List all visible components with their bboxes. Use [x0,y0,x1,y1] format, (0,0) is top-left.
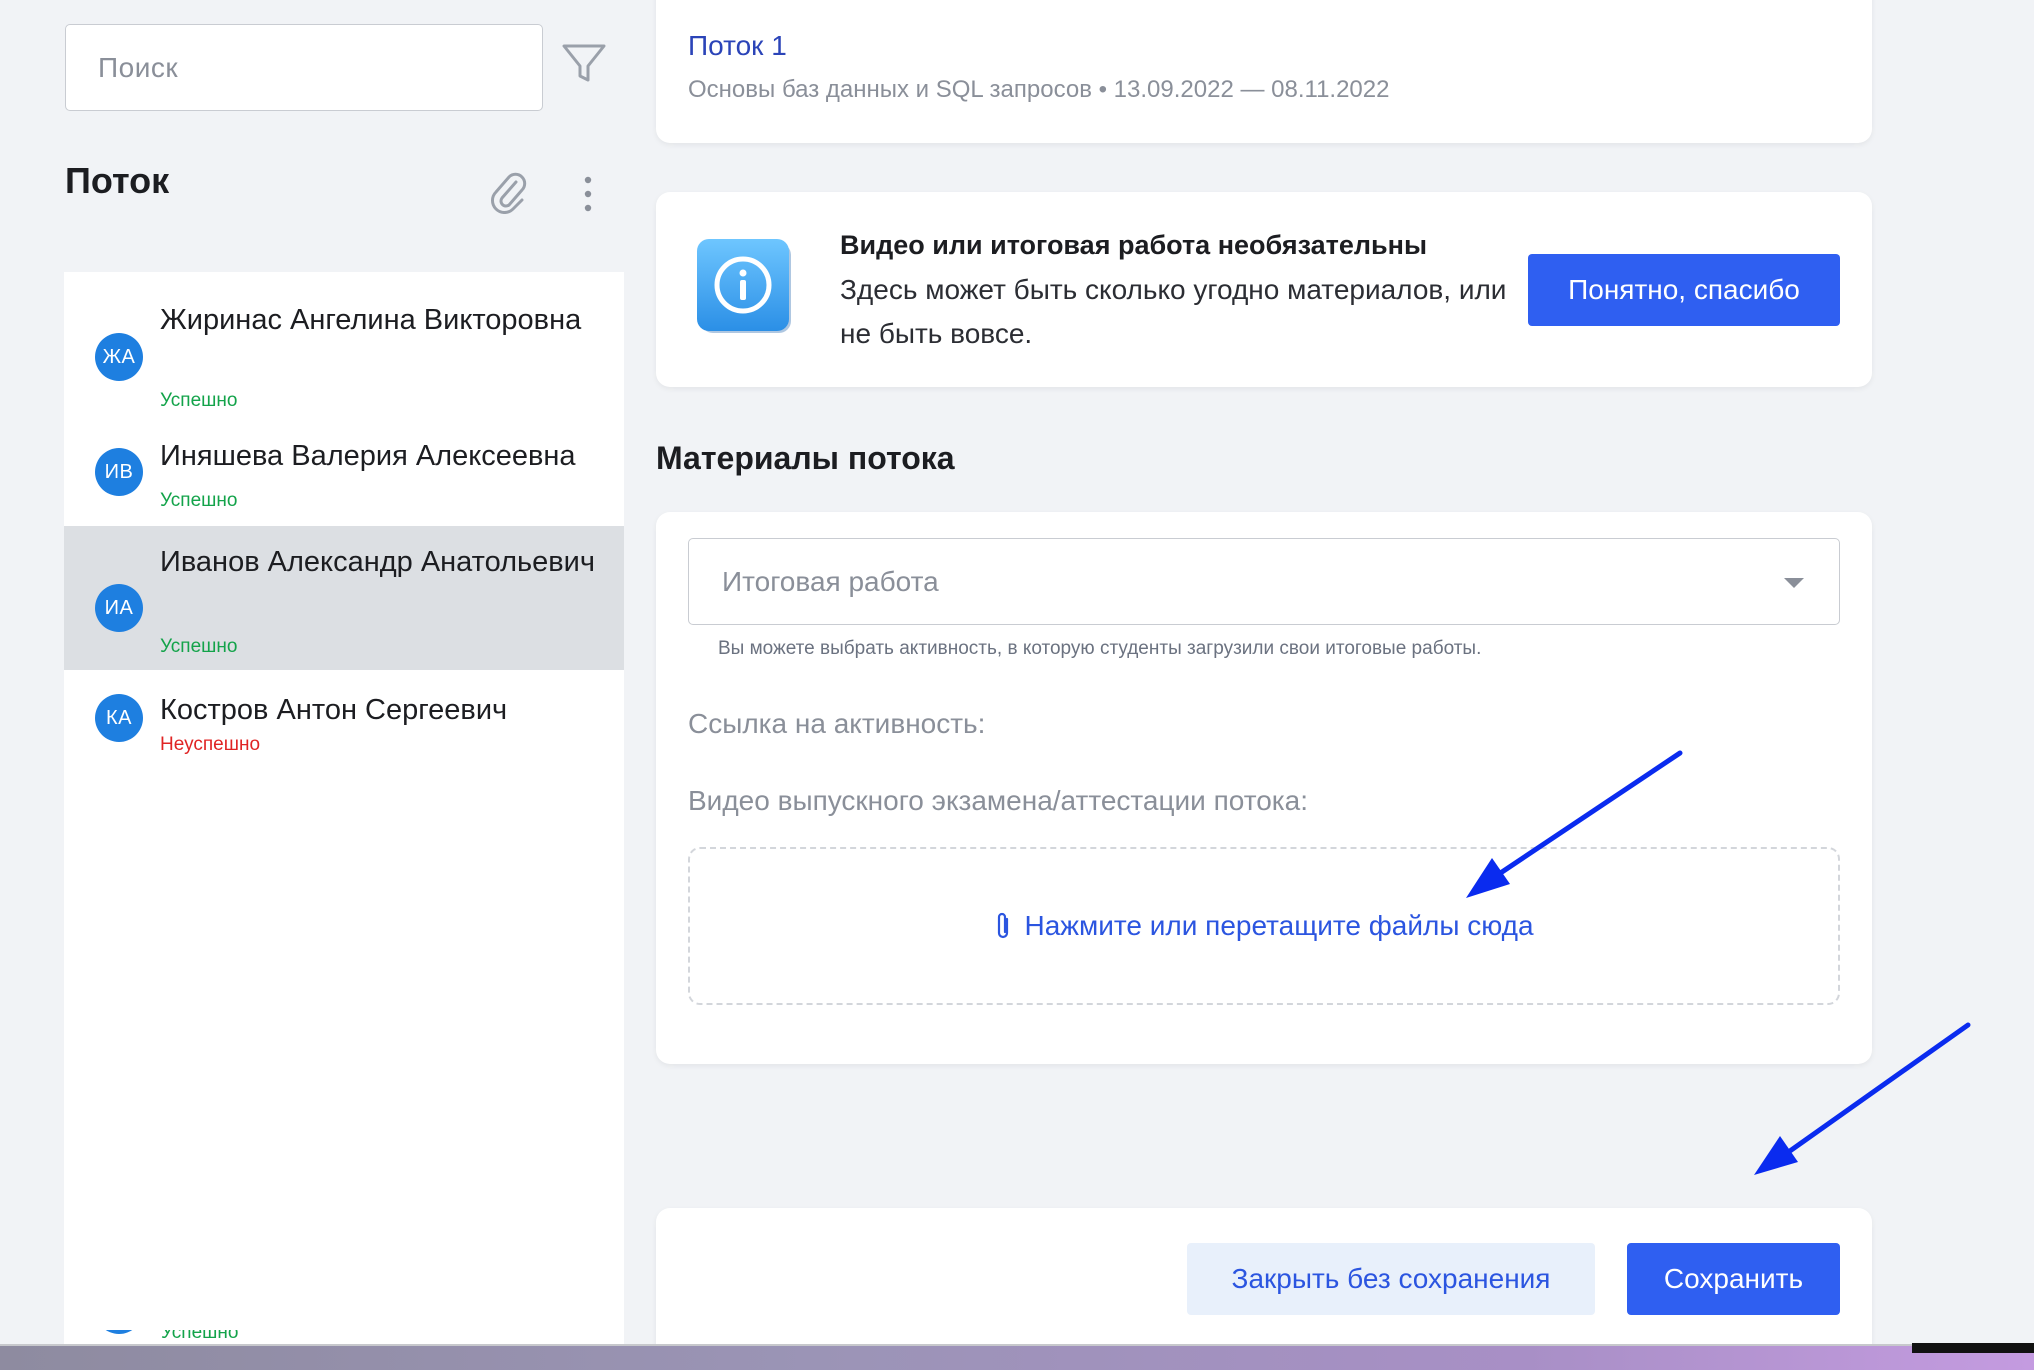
avatar: ИА [95,584,143,632]
select-hint: Вы можете выбрать активность, в которую … [718,638,1482,659]
acknowledge-button[interactable]: Понятно, спасибо [1528,254,1840,326]
student-list: ЖА Жиринас Ангелина Викторовна Успешно И… [64,272,624,1344]
notice-body: Здесь может быть сколько угодно материал… [840,274,1507,349]
student-status: Успешно [160,390,238,411]
close-without-saving-button[interactable]: Закрыть без сохранения [1187,1243,1595,1315]
student-name: Иняшева Валерия Алексеевна [160,440,576,472]
file-dropzone[interactable]: Нажмите или перетащите файлы сюда [688,847,1840,1005]
search-input[interactable]: Поиск [65,24,543,111]
desktop-strip [0,1346,2034,1370]
avatar: ЖА [95,333,143,381]
student-name: Иванов Александр Анатольевич [160,546,595,578]
student-status: Неуспешно [160,734,261,755]
window-edge [1912,1343,2034,1353]
video-label: Видео выпускного экзамена/аттестации пот… [688,785,1309,816]
redaction-block [72,1285,560,1330]
save-button[interactable]: Сохранить [1627,1243,1840,1315]
final-work-select[interactable]: Итоговая работа [688,538,1840,625]
avatar: КА [95,694,143,742]
more-vertical-icon[interactable] [575,172,601,216]
student-item[interactable]: ИВ Иняшева Валерия Алексеевна Успешно [64,418,624,518]
avatar: ИВ [95,448,143,496]
paperclip-icon [998,912,1009,939]
sidebar-title: Поток [65,160,170,201]
student-status: Успешно [160,490,238,511]
arrow-head [1754,1136,1798,1175]
student-status: Успешно [160,636,238,657]
flow-title-link[interactable]: Поток 1 [688,30,787,62]
student-name: Костров Антон Сергеевич [160,694,508,726]
student-item-selected[interactable]: ИА Иванов Александр Анатольевич Успешно [64,526,624,670]
paperclip-icon[interactable] [488,170,528,214]
materials-title: Материалы потока [656,440,955,476]
filter-icon[interactable] [560,40,608,88]
student-item[interactable]: КА Костров Антон Сергеевич Неуспешно [64,670,624,770]
flow-subtitle: Основы баз данных и SQL запросов • 13.09… [688,76,1390,103]
student-name: Жиринас Ангелина Викторовна [160,304,582,336]
notice-title: Видео или итоговая работа необязательны [840,230,1428,260]
info-icon [697,239,791,333]
dropzone-text: Нажмите или перетащите файлы сюда [1024,910,1534,941]
flow-header-card [656,0,1872,143]
student-item[interactable]: ЖА Жиринас Ангелина Викторовна Успешно [64,272,624,418]
chevron-down-icon[interactable] [1782,576,1806,590]
activity-link-label: Ссылка на активность: [688,708,986,739]
